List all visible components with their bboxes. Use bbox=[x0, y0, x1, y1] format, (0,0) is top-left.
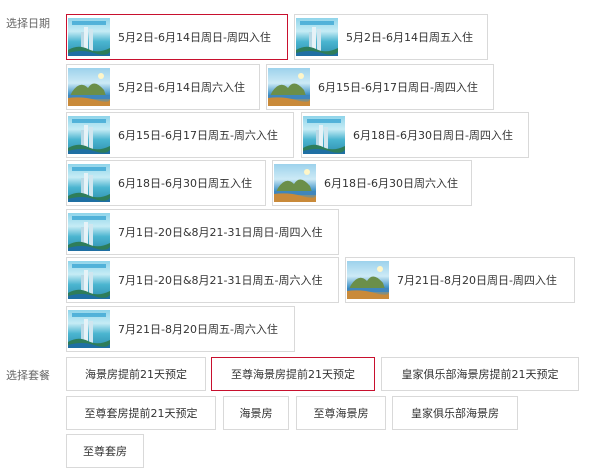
resort-tower-thumbnail-icon bbox=[68, 18, 110, 56]
date-option-label: 5月2日-6月14日周六入住 bbox=[118, 81, 245, 94]
date-option[interactable]: 7月1日-20日&8月21-31日周五-周六入住 bbox=[66, 257, 339, 303]
package-option[interactable]: 皇家俱乐部海景房提前21天预定 bbox=[381, 357, 579, 391]
date-section-label: 选择日期 bbox=[6, 17, 50, 30]
date-option[interactable]: 6月18日-6月30日周日-周四入住 bbox=[301, 112, 529, 158]
date-option[interactable]: 6月15日-6月17日周日-周四入住 bbox=[266, 64, 494, 110]
resort-tower-thumbnail-icon bbox=[303, 116, 345, 154]
date-option-label: 6月18日-6月30日周六入住 bbox=[324, 177, 458, 190]
date-option-label: 6月18日-6月30日周日-周四入住 bbox=[353, 129, 513, 142]
package-option[interactable]: 至尊海景房提前21天预定 bbox=[211, 357, 375, 391]
package-option[interactable]: 海景房 bbox=[223, 396, 289, 430]
date-option-label: 6月15日-6月17日周日-周四入住 bbox=[318, 81, 478, 94]
package-option[interactable]: 皇家俱乐部海景房 bbox=[392, 396, 518, 430]
package-option[interactable]: 海景房提前21天预定 bbox=[66, 357, 206, 391]
date-option-label: 5月2日-6月14日周五入住 bbox=[346, 31, 473, 44]
date-option[interactable]: 7月1日-20日&8月21-31日周日-周四入住 bbox=[66, 209, 339, 255]
date-option-label: 7月21日-8月20日周日-周四入住 bbox=[397, 274, 557, 287]
resort-tower-thumbnail-icon bbox=[68, 261, 110, 299]
package-option[interactable]: 至尊套房提前21天预定 bbox=[66, 396, 216, 430]
resort-tower-thumbnail-icon bbox=[68, 310, 110, 348]
date-option[interactable]: 7月21日-8月20日周日-周四入住 bbox=[345, 257, 575, 303]
resort-island-thumbnail-icon bbox=[268, 68, 310, 106]
date-option[interactable]: 6月15日-6月17日周五-周六入住 bbox=[66, 112, 294, 158]
resort-tower-thumbnail-icon bbox=[68, 116, 110, 154]
date-option-label: 5月2日-6月14日周日-周四入住 bbox=[118, 31, 271, 44]
date-option-label: 6月18日-6月30日周五入住 bbox=[118, 177, 252, 190]
resort-tower-thumbnail-icon bbox=[68, 213, 110, 251]
date-option-label: 7月1日-20日&8月21-31日周五-周六入住 bbox=[118, 274, 323, 287]
date-option-label: 6月15日-6月17日周五-周六入住 bbox=[118, 129, 278, 142]
package-option[interactable]: 至尊海景房 bbox=[296, 396, 386, 430]
resort-tower-thumbnail-icon bbox=[68, 164, 110, 202]
date-option-label: 7月21日-8月20日周五-周六入住 bbox=[118, 323, 278, 336]
package-option[interactable]: 至尊套房 bbox=[66, 434, 144, 468]
package-section-label: 选择套餐 bbox=[6, 369, 50, 382]
date-option-label: 7月1日-20日&8月21-31日周日-周四入住 bbox=[118, 226, 323, 239]
date-option[interactable]: 5月2日-6月14日周五入住 bbox=[294, 14, 488, 60]
resort-island-thumbnail-icon bbox=[347, 261, 389, 299]
date-option[interactable]: 5月2日-6月14日周六入住 bbox=[66, 64, 260, 110]
resort-island-thumbnail-icon bbox=[274, 164, 316, 202]
resort-island-thumbnail-icon bbox=[68, 68, 110, 106]
date-option[interactable]: 6月18日-6月30日周六入住 bbox=[272, 160, 472, 206]
resort-tower-thumbnail-icon bbox=[296, 18, 338, 56]
date-option[interactable]: 5月2日-6月14日周日-周四入住 bbox=[66, 14, 288, 60]
date-option[interactable]: 7月21日-8月20日周五-周六入住 bbox=[66, 306, 295, 352]
date-option[interactable]: 6月18日-6月30日周五入住 bbox=[66, 160, 266, 206]
